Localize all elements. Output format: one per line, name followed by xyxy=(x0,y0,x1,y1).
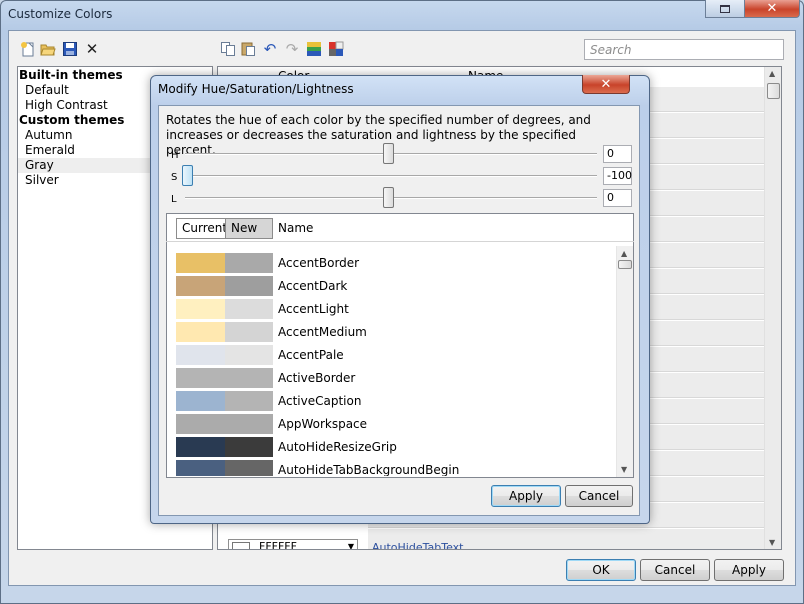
list-item-name: AutoHideResizeGrip xyxy=(278,440,397,454)
new-color-swatch xyxy=(225,368,273,388)
list-item[interactable]: AppWorkspace xyxy=(176,411,616,434)
current-color-swatch xyxy=(176,253,225,273)
color-swatch xyxy=(232,542,250,549)
scroll-down-icon[interactable]: ▼ xyxy=(769,538,775,547)
current-color-swatch xyxy=(176,276,225,296)
dialog-close-button[interactable]: ✕ xyxy=(582,75,630,94)
list-item-name: AccentDark xyxy=(278,279,348,293)
close-button[interactable]: ✕ xyxy=(744,0,800,18)
list-scrollbar[interactable]: ▲ ▼ xyxy=(616,246,633,477)
close-icon: ✕ xyxy=(766,1,778,16)
current-color-swatch xyxy=(176,345,225,365)
dropdown-arrow-icon: ▼ xyxy=(347,542,354,550)
lightness-input[interactable]: 0 xyxy=(603,189,632,207)
list-header-divider xyxy=(166,241,634,242)
list-item[interactable]: AccentBorder xyxy=(176,250,616,273)
color-balance-icon[interactable] xyxy=(328,41,344,57)
grid-color-value: FFFFFF xyxy=(259,540,297,550)
hsl-adjust-icon[interactable] xyxy=(306,41,322,57)
save-icon[interactable] xyxy=(62,41,78,57)
scroll-up-icon[interactable]: ▲ xyxy=(769,69,775,78)
toggle-new[interactable]: New xyxy=(225,218,273,239)
list-item[interactable]: AutoHideTabBackgroundBegin xyxy=(176,457,616,476)
lightness-label: L xyxy=(171,194,177,205)
redo-icon: ↷ xyxy=(285,40,299,58)
ok-button[interactable]: OK xyxy=(566,559,636,581)
window-title: Customize Colors xyxy=(8,7,113,21)
saturation-track xyxy=(185,175,597,177)
list-header-name: Name xyxy=(278,221,314,235)
current-color-swatch xyxy=(176,414,225,434)
list-item-name: AccentLight xyxy=(278,302,349,316)
new-color-swatch xyxy=(225,276,273,296)
list-item-name: AppWorkspace xyxy=(278,417,368,431)
current-color-swatch xyxy=(176,299,225,319)
grid-color-cell[interactable]: FFFFFF ▼ xyxy=(228,539,358,550)
undo-icon[interactable]: ↶ xyxy=(262,41,278,57)
list-item[interactable]: ActiveBorder xyxy=(176,365,616,388)
maximize-button[interactable] xyxy=(705,0,745,18)
new-color-swatch xyxy=(225,299,273,319)
list-rows: AccentBorder AccentDark AccentLight AccentM… xyxy=(176,250,616,476)
list-scroll-thumb[interactable] xyxy=(618,260,632,269)
grid-scrollbar[interactable]: ▲ ▼ xyxy=(764,67,781,549)
current-color-swatch xyxy=(176,322,225,342)
current-color-swatch xyxy=(176,437,225,457)
new-color-swatch xyxy=(225,414,273,434)
hue-label: H xyxy=(171,150,179,161)
list-item[interactable]: ActiveCaption xyxy=(176,388,616,411)
list-item[interactable]: AutoHideResizeGrip xyxy=(176,434,616,457)
grid-name-value: AutoHideTabText xyxy=(372,541,464,550)
list-item-name: ActiveBorder xyxy=(278,371,356,385)
grid-scroll-thumb[interactable] xyxy=(767,83,780,99)
new-color-swatch xyxy=(225,391,273,411)
list-item[interactable]: AccentMedium xyxy=(176,319,616,342)
list-item-name: AccentBorder xyxy=(278,256,360,270)
maximize-icon xyxy=(720,4,730,13)
list-item-name: AccentMedium xyxy=(278,325,367,339)
delete-icon[interactable]: ✕ xyxy=(84,41,100,57)
copy-icon[interactable] xyxy=(220,41,236,57)
new-color-swatch xyxy=(225,345,273,365)
current-color-swatch xyxy=(176,391,225,411)
open-folder-icon[interactable] xyxy=(40,41,56,57)
new-color-swatch xyxy=(225,437,273,457)
close-icon: ✕ xyxy=(600,76,612,92)
dialog-title: Modify Hue/Saturation/Lightness xyxy=(158,82,354,96)
current-color-swatch xyxy=(176,368,225,388)
scroll-down-icon[interactable]: ▼ xyxy=(621,465,627,474)
hue-input[interactable]: 0 xyxy=(603,145,632,163)
saturation-input[interactable]: -100 xyxy=(603,167,632,185)
scroll-up-icon[interactable]: ▲ xyxy=(621,249,627,258)
new-color-swatch xyxy=(225,322,273,342)
dialog-apply-button[interactable]: Apply xyxy=(491,485,561,507)
search-input[interactable]: Search xyxy=(584,39,784,60)
list-item-name: ActiveCaption xyxy=(278,394,362,408)
new-color-swatch xyxy=(225,460,273,476)
saturation-slider-thumb[interactable] xyxy=(182,165,193,186)
hue-slider-thumb[interactable] xyxy=(382,143,394,164)
saturation-label: S xyxy=(171,172,178,183)
current-color-swatch xyxy=(176,460,225,476)
list-item-name: AccentPale xyxy=(278,348,344,362)
dialog-cancel-button[interactable]: Cancel xyxy=(565,485,633,507)
new-theme-icon[interactable] xyxy=(20,41,36,57)
list-item[interactable]: AccentDark xyxy=(176,273,616,296)
list-item-name: AutoHideTabBackgroundBegin xyxy=(278,463,460,476)
list-item[interactable]: AccentPale xyxy=(176,342,616,365)
lightness-slider-thumb[interactable] xyxy=(382,187,394,208)
new-color-swatch xyxy=(225,253,273,273)
toggle-current[interactable]: Current xyxy=(176,218,227,239)
dialog-description: Rotates the hue of each color by the spe… xyxy=(166,113,591,157)
cancel-button[interactable]: Cancel xyxy=(640,559,710,581)
list-item[interactable]: AccentLight xyxy=(176,296,616,319)
apply-button[interactable]: Apply xyxy=(714,559,784,581)
paste-icon[interactable] xyxy=(240,41,256,57)
